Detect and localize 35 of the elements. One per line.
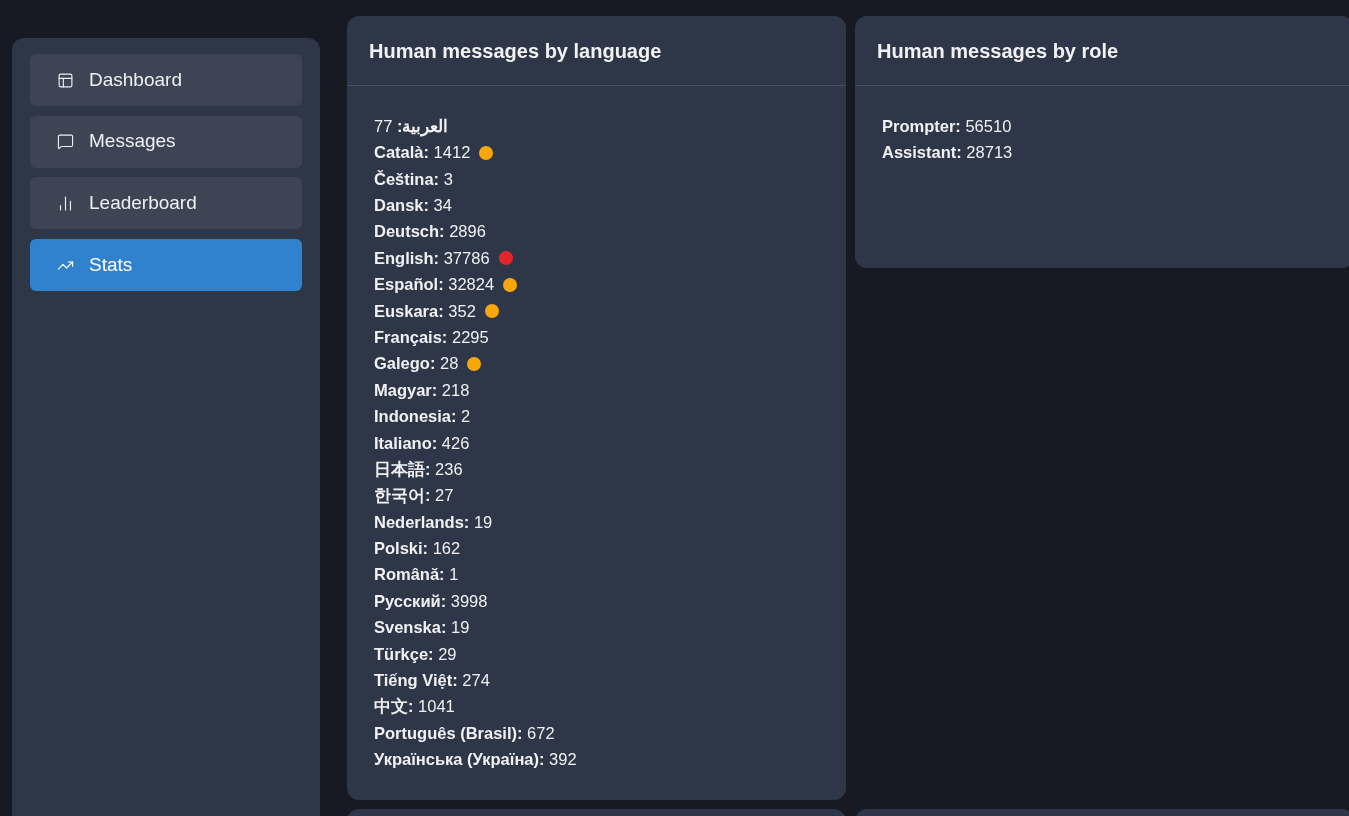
count-entry: Tiếng Việt: 274 [374,670,490,691]
count-entry: Català: 1412 [374,142,471,164]
sidebar-item[interactable]: Stats [30,239,302,292]
sidebar-item[interactable]: Leaderboard [30,177,302,230]
count-entry: Français: 2295 [374,326,489,348]
count-entry: 한국어: 27 [374,485,454,507]
speech-bubble-icon [57,133,74,151]
count-entry: Українська (Україна): 392 [374,749,577,771]
count-entry: Prompter: 56510 [882,115,1012,137]
count-entry: Türkçe: 29 [374,643,457,665]
count-entry: Polski: 162 [374,538,461,560]
count-entry: Deutsch: 2896 [374,221,486,243]
count-entry: Italiano: 426 [374,432,470,454]
count-entry: Čeština: 3 [374,168,453,190]
count-entry: Svenska: 19 [374,617,470,639]
layout-icon [57,71,74,89]
count-entry: Indonesia: 2 [374,406,471,428]
count-entry: Español: 32824 [374,274,495,296]
count-entry: Português (Brasil): 672 [374,722,555,744]
count-entry: Assistant: 28713 [882,142,1013,164]
count-entry: Euskara: 352 [374,300,476,322]
count-entry: Galego: 28 [374,353,459,375]
count-entry: Dansk: 34 [374,195,452,216]
count-entry: 日本語: 236 [374,458,463,480]
bar-chart-icon [57,194,74,212]
card-title: Human messages by role [877,38,1119,64]
card-title: Human messages by language [369,38,662,64]
count-entry: Română: 1 [374,564,459,586]
count-entry: Русский: 3998 [374,590,488,612]
sidebar-item[interactable]: Messages [30,115,302,168]
count-entry: Magyar: 218 [374,379,470,401]
count-entry: English: 37786 [374,247,490,269]
count-entry: 中文: 1041 [374,696,455,718]
sidebar-item[interactable]: Dashboard [30,54,302,106]
count-entry: Nederlands: 19 [374,511,493,533]
